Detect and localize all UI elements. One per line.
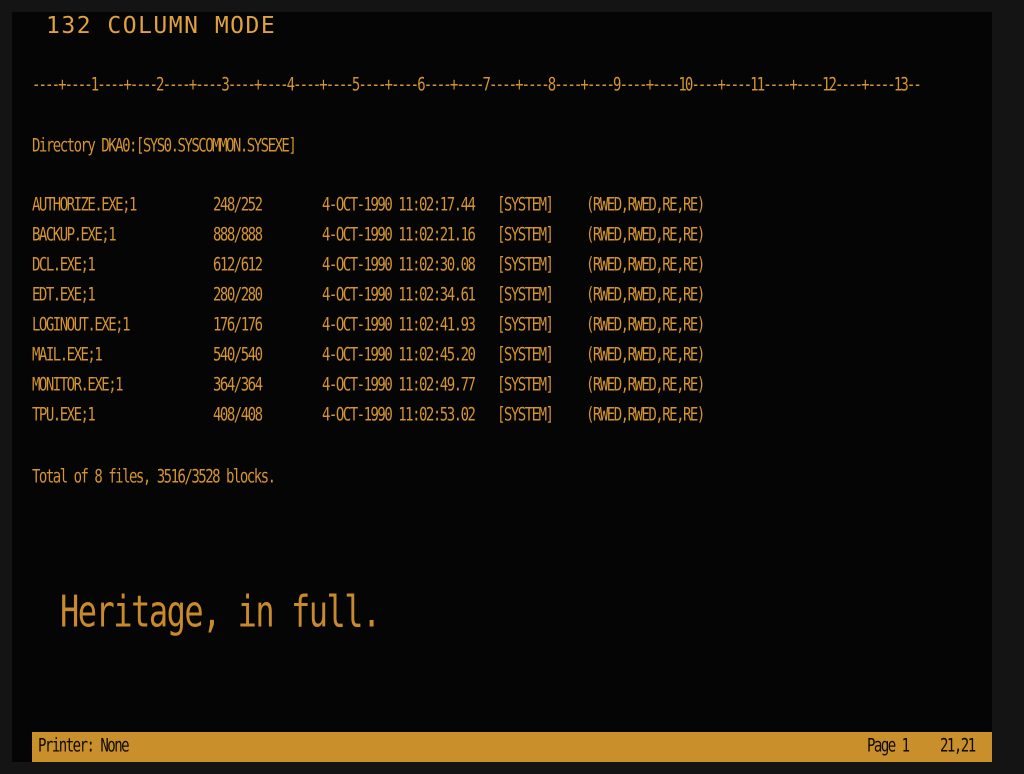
file-protection: (RWED,RWED,RE,RE) (586, 254, 705, 276)
file-date: 4-OCT-1990 11:02:21.16 (322, 224, 476, 246)
file-row: DCL.EXE;1 612/612 4-OCT-1990 11:02:30.08… (32, 256, 792, 286)
file-size: 612/612 (213, 254, 263, 276)
file-owner: [SYSTEM] (497, 314, 554, 336)
file-row: EDT.EXE;1 280/280 4-OCT-1990 11:02:34.61… (32, 286, 792, 316)
file-row: BACKUP.EXE;1 888/888 4-OCT-1990 11:02:21… (32, 226, 792, 256)
column-mode-title: 132 COLUMN MODE (46, 13, 277, 39)
heritage-slogan: Heritage, in full. (60, 585, 381, 638)
page-indicator: Page 1 (867, 735, 910, 757)
file-name: TPU.EXE;1 (32, 404, 96, 426)
file-date: 4-OCT-1990 11:02:53.02 (322, 404, 476, 426)
file-owner: [SYSTEM] (497, 284, 554, 306)
file-row: MAIL.EXE;1 540/540 4-OCT-1990 11:02:45.2… (32, 346, 792, 376)
file-row: AUTHORIZE.EXE;1 248/252 4-OCT-1990 11:02… (32, 196, 792, 226)
file-name: LOGINOUT.EXE;1 (32, 314, 131, 336)
file-name: MAIL.EXE;1 (32, 344, 103, 366)
file-size: 248/252 (213, 194, 263, 216)
file-name: EDT.EXE;1 (32, 284, 96, 306)
file-protection: (RWED,RWED,RE,RE) (586, 374, 705, 396)
file-list: AUTHORIZE.EXE;1 248/252 4-OCT-1990 11:02… (32, 196, 792, 436)
file-size: 176/176 (213, 314, 263, 336)
file-row: LOGINOUT.EXE;1 176/176 4-OCT-1990 11:02:… (32, 316, 792, 346)
file-date: 4-OCT-1990 11:02:49.77 (322, 374, 476, 396)
column-ruler: ----+----1----+----2----+----3----+----4… (32, 74, 922, 96)
file-name: DCL.EXE;1 (32, 254, 96, 276)
directory-total: Total of 8 files, 3516/3528 blocks. (32, 466, 276, 488)
file-owner: [SYSTEM] (497, 254, 554, 276)
file-owner: [SYSTEM] (497, 344, 554, 366)
file-name: MONITOR.EXE;1 (32, 374, 124, 396)
file-date: 4-OCT-1990 11:02:45.20 (322, 344, 476, 366)
file-date: 4-OCT-1990 11:02:17.44 (322, 194, 476, 216)
file-size: 540/540 (213, 344, 263, 366)
directory-heading: Directory DKA0:[SYS0.SYSCOMMON.SYSEXE] (32, 135, 297, 157)
file-protection: (RWED,RWED,RE,RE) (586, 314, 705, 336)
file-name: AUTHORIZE.EXE;1 (32, 194, 137, 216)
file-protection: (RWED,RWED,RE,RE) (586, 284, 705, 306)
file-owner: [SYSTEM] (497, 224, 554, 246)
file-row: TPU.EXE;1 408/408 4-OCT-1990 11:02:53.02… (32, 406, 792, 436)
cursor-position: 21,21 (940, 735, 976, 757)
status-bar: Printer: None Page 1 21,21 (32, 732, 992, 762)
file-row: MONITOR.EXE;1 364/364 4-OCT-1990 11:02:4… (32, 376, 792, 406)
terminal-screen: 132 COLUMN MODE ----+----1----+----2----… (12, 12, 992, 762)
file-protection: (RWED,RWED,RE,RE) (586, 344, 705, 366)
file-protection: (RWED,RWED,RE,RE) (586, 404, 705, 426)
printer-status: Printer: None (38, 735, 130, 757)
file-date: 4-OCT-1990 11:02:41.93 (322, 314, 476, 336)
file-date: 4-OCT-1990 11:02:34.61 (322, 284, 476, 306)
file-protection: (RWED,RWED,RE,RE) (586, 224, 705, 246)
file-date: 4-OCT-1990 11:02:30.08 (322, 254, 476, 276)
file-owner: [SYSTEM] (497, 194, 554, 216)
file-owner: [SYSTEM] (497, 374, 554, 396)
file-owner: [SYSTEM] (497, 404, 554, 426)
file-name: BACKUP.EXE;1 (32, 224, 117, 246)
file-size: 280/280 (213, 284, 263, 306)
file-protection: (RWED,RWED,RE,RE) (586, 194, 705, 216)
file-size: 364/364 (213, 374, 263, 396)
file-size: 408/408 (213, 404, 263, 426)
file-size: 888/888 (213, 224, 263, 246)
